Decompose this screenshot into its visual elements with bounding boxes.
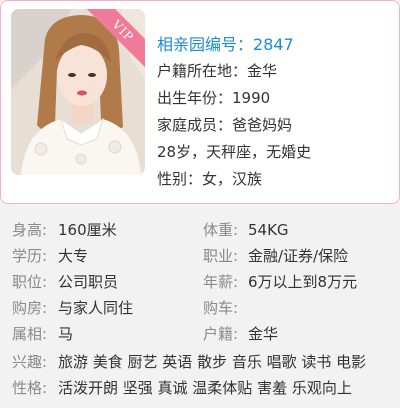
info-family: 家庭成员：爸爸妈妈 — [157, 116, 293, 134]
height-label: 身高: — [12, 221, 48, 239]
profile-card: VIP 相亲园编号：2847 户籍所在地：金华 出生年份：1990 家庭成员：爸… — [0, 0, 400, 204]
detail-row-height-weight: 身高: 160厘米 体重: 54KG — [0, 218, 400, 242]
hobbies-label: 兴趣: — [12, 353, 48, 371]
salary-value: 6万以上到8万元 — [248, 273, 358, 291]
detail-row-personality: 性格: 活泼开朗 坚强 真诚 温柔体贴 害羞 乐观向上 — [0, 376, 400, 400]
hukou-value: 金华 — [248, 325, 279, 343]
personality-value: 活泼开朗 坚强 真诚 温柔体贴 害羞 乐观向上 — [58, 379, 352, 397]
info-age-sign-marital: 28岁，天秤座，无婚史 — [157, 143, 312, 161]
housing-label: 购房: — [12, 299, 48, 317]
hukou-label: 户籍: — [203, 325, 239, 343]
zodiac-label: 属相: — [12, 325, 48, 343]
basic-info: 相亲园编号：2847 户籍所在地：金华 出生年份：1990 家庭成员：爸爸妈妈 … — [157, 31, 393, 193]
housing-value: 与家人同住 — [58, 299, 134, 317]
position-label: 职位: — [12, 273, 48, 291]
occupation-label: 职业: — [203, 247, 239, 265]
salary-label: 年薪: — [203, 273, 239, 291]
profile-id-number: 2847 — [253, 35, 294, 54]
position-value: 公司职员 — [58, 273, 119, 291]
height-value: 160厘米 — [58, 221, 117, 239]
hobbies-value: 旅游 美食 厨艺 英语 散步 音乐 唱歌 读书 电影 — [58, 353, 367, 371]
car-label: 购车: — [203, 299, 239, 317]
profile-id-label: 相亲园编号： — [157, 35, 254, 54]
detail-row-hobbies: 兴趣: 旅游 美食 厨艺 英语 散步 音乐 唱歌 读书 电影 — [0, 350, 400, 374]
profile-photo[interactable]: VIP — [11, 9, 145, 175]
occupation-value: 金融/证券/保险 — [248, 247, 349, 265]
info-birth-year: 出生年份：1990 — [157, 89, 271, 107]
detail-row-position-salary: 职位: 公司职员 年薪: 6万以上到8万元 — [0, 270, 400, 294]
details-section: 身高: 160厘米 体重: 54KG 学历: 大专 职业: 金融/证券/保险 职… — [0, 212, 400, 408]
detail-row-zodiac-hukou: 属相: 马 户籍: 金华 — [0, 322, 400, 346]
personality-label: 性格: — [12, 379, 48, 397]
info-gender-ethnicity: 性别：女，汉族 — [157, 170, 263, 188]
profile-id-title: 相亲园编号：2847 — [157, 31, 393, 58]
education-label: 学历: — [12, 247, 48, 265]
education-value: 大专 — [58, 247, 89, 265]
info-residence: 户籍所在地：金华 — [157, 62, 278, 80]
detail-row-housing-car: 购房: 与家人同住 购车: — [0, 296, 400, 320]
weight-value: 54KG — [248, 221, 289, 239]
detail-row-education-occupation: 学历: 大专 职业: 金融/证券/保险 — [0, 244, 400, 268]
weight-label: 体重: — [203, 221, 239, 239]
zodiac-value: 马 — [58, 325, 74, 343]
